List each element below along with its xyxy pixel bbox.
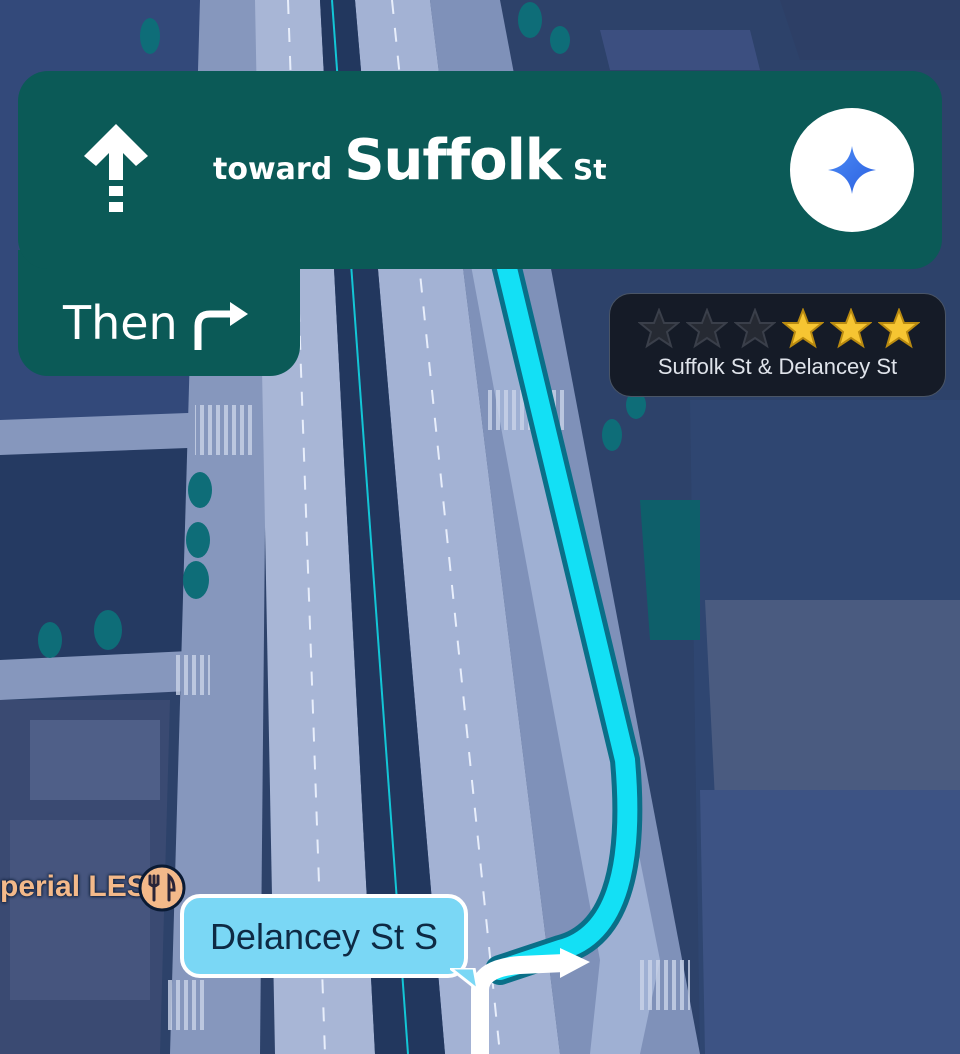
star-icon-filled[interactable] [782,308,824,350]
then-label: Then [63,296,178,350]
gemini-sparkle-icon [828,146,876,194]
toward-label: toward [213,152,333,187]
current-street-label: Delancey St S [180,894,468,978]
restaurant-icon[interactable] [136,862,188,914]
intersection-rating-card: Suffolk St & Delancey St [609,293,946,397]
turn-right-icon [194,302,248,350]
rating-location: Suffolk St & Delancey St [657,354,898,379]
street-suffix: St [573,153,607,186]
star-icon-filled[interactable] [878,308,920,350]
gemini-assistant-button[interactable] [790,108,914,232]
poi-label[interactable]: perial LES [0,870,147,904]
star-icon-empty[interactable] [734,308,776,350]
straight-arrow-icon [84,124,148,212]
star-icon-filled[interactable] [830,308,872,350]
star-rating[interactable] [638,308,920,350]
street-bubble-tail [450,968,480,992]
street-name: Suffolk [344,128,562,193]
current-street-name: Delancey St S [209,916,439,957]
star-icon-empty[interactable] [638,308,680,350]
instruction-text: toward Suffolk St [213,128,607,218]
star-icon-empty[interactable] [686,308,728,350]
